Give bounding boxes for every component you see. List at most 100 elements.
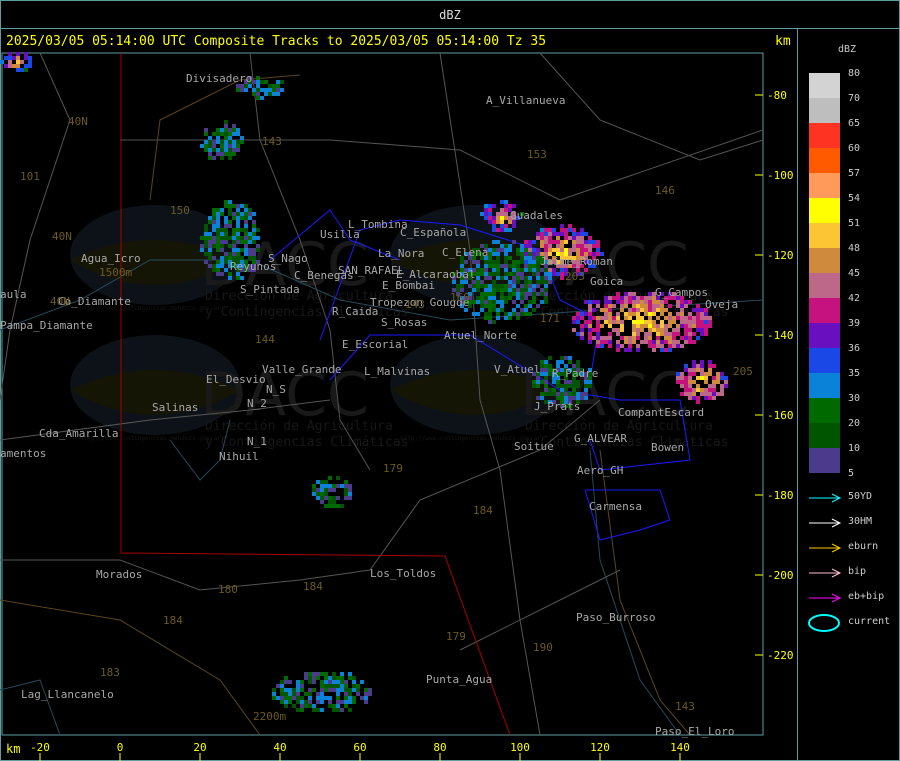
reflectivity-cell (616, 320, 620, 324)
reflectivity-cell (564, 248, 568, 252)
reflectivity-cell (484, 296, 488, 300)
reflectivity-cell (304, 672, 308, 676)
reflectivity-cell (616, 340, 620, 344)
reflectivity-cell (256, 96, 260, 100)
reflectivity-cell (620, 328, 624, 332)
reflectivity-cell (700, 372, 704, 376)
reflectivity-cell (276, 684, 280, 688)
route-label: 150 (170, 204, 190, 217)
reflectivity-cell (608, 300, 612, 304)
reflectivity-cell (548, 280, 552, 284)
reflectivity-cell (492, 284, 496, 288)
reflectivity-cell (232, 128, 236, 132)
reflectivity-cell (680, 320, 684, 324)
reflectivity-cell (512, 204, 516, 208)
reflectivity-cell (236, 128, 240, 132)
reflectivity-cell (12, 64, 16, 68)
reflectivity-cell (312, 688, 316, 692)
radar-map[interactable]: DACCDirección de Agriculturay Contingenc… (0, 0, 900, 761)
reflectivity-cell (228, 236, 232, 240)
reflectivity-cell (216, 148, 220, 152)
reflectivity-cell (720, 384, 724, 388)
reflectivity-cell (524, 244, 528, 248)
reflectivity-cell (652, 328, 656, 332)
reflectivity-cell (252, 80, 256, 84)
reflectivity-cell (568, 356, 572, 360)
reflectivity-cell (240, 216, 244, 220)
reflectivity-cell (508, 244, 512, 248)
reflectivity-cell (352, 680, 356, 684)
reflectivity-cell (324, 688, 328, 692)
reflectivity-cell (676, 376, 680, 380)
reflectivity-cell (236, 236, 240, 240)
reflectivity-cell (528, 268, 532, 272)
reflectivity-cell (348, 676, 352, 680)
reflectivity-cell (616, 332, 620, 336)
reflectivity-cell (308, 696, 312, 700)
reflectivity-cell (244, 248, 248, 252)
reflectivity-cell (532, 240, 536, 244)
reflectivity-cell (244, 232, 248, 236)
reflectivity-cell (500, 300, 504, 304)
reflectivity-cell (576, 248, 580, 252)
reflectivity-cell (208, 152, 212, 156)
reflectivity-cell (632, 320, 636, 324)
reflectivity-cell (292, 704, 296, 708)
reflectivity-cell (336, 676, 340, 680)
reflectivity-cell (532, 300, 536, 304)
reflectivity-cell (568, 248, 572, 252)
reflectivity-cell (480, 284, 484, 288)
reflectivity-cell (508, 296, 512, 300)
place-label: Morados (96, 568, 142, 581)
reflectivity-cell (500, 212, 504, 216)
reflectivity-cell (700, 364, 704, 368)
route-label: 205 (733, 365, 753, 378)
reflectivity-cell (668, 312, 672, 316)
reflectivity-cell (232, 248, 236, 252)
reflectivity-cell (8, 56, 12, 60)
legend-swatch (809, 373, 840, 398)
reflectivity-cell (336, 484, 340, 488)
reflectivity-cell (696, 364, 700, 368)
legend-swatch (809, 423, 840, 448)
reflectivity-cell (348, 700, 352, 704)
reflectivity-cell (328, 476, 332, 480)
reflectivity-cell (620, 344, 624, 348)
reflectivity-cell (316, 696, 320, 700)
reflectivity-cell (708, 364, 712, 368)
legend-label: 20 (848, 418, 861, 429)
reflectivity-cell (668, 332, 672, 336)
reflectivity-cell (516, 264, 520, 268)
legend-label: 10 (848, 443, 861, 454)
legend-label: 30 (848, 393, 861, 404)
reflectivity-cell (280, 80, 284, 84)
reflectivity-cell (216, 208, 220, 212)
reflectivity-cell (576, 312, 580, 316)
reflectivity-cell (308, 688, 312, 692)
reflectivity-cell (648, 332, 652, 336)
reflectivity-cell (336, 684, 340, 688)
x-tick-label: 60 (353, 741, 366, 754)
reflectivity-cell (328, 484, 332, 488)
reflectivity-cell (616, 348, 620, 352)
reflectivity-cell (724, 380, 728, 384)
reflectivity-cell (280, 692, 284, 696)
reflectivity-cell (552, 272, 556, 276)
reflectivity-cell (712, 388, 716, 392)
reflectivity-cell (228, 224, 232, 228)
reflectivity-cell (540, 360, 544, 364)
reflectivity-cell (544, 384, 548, 388)
reflectivity-cell (344, 488, 348, 492)
reflectivity-cell (576, 244, 580, 248)
reflectivity-cell (220, 244, 224, 248)
reflectivity-cell (596, 244, 600, 248)
reflectivity-cell (224, 236, 228, 240)
reflectivity-cell (596, 240, 600, 244)
reflectivity-cell (684, 316, 688, 320)
reflectivity-cell (224, 224, 228, 228)
reflectivity-cell (672, 320, 676, 324)
reflectivity-cell (628, 336, 632, 340)
reflectivity-cell (504, 272, 508, 276)
reflectivity-cell (684, 384, 688, 388)
reflectivity-cell (596, 324, 600, 328)
